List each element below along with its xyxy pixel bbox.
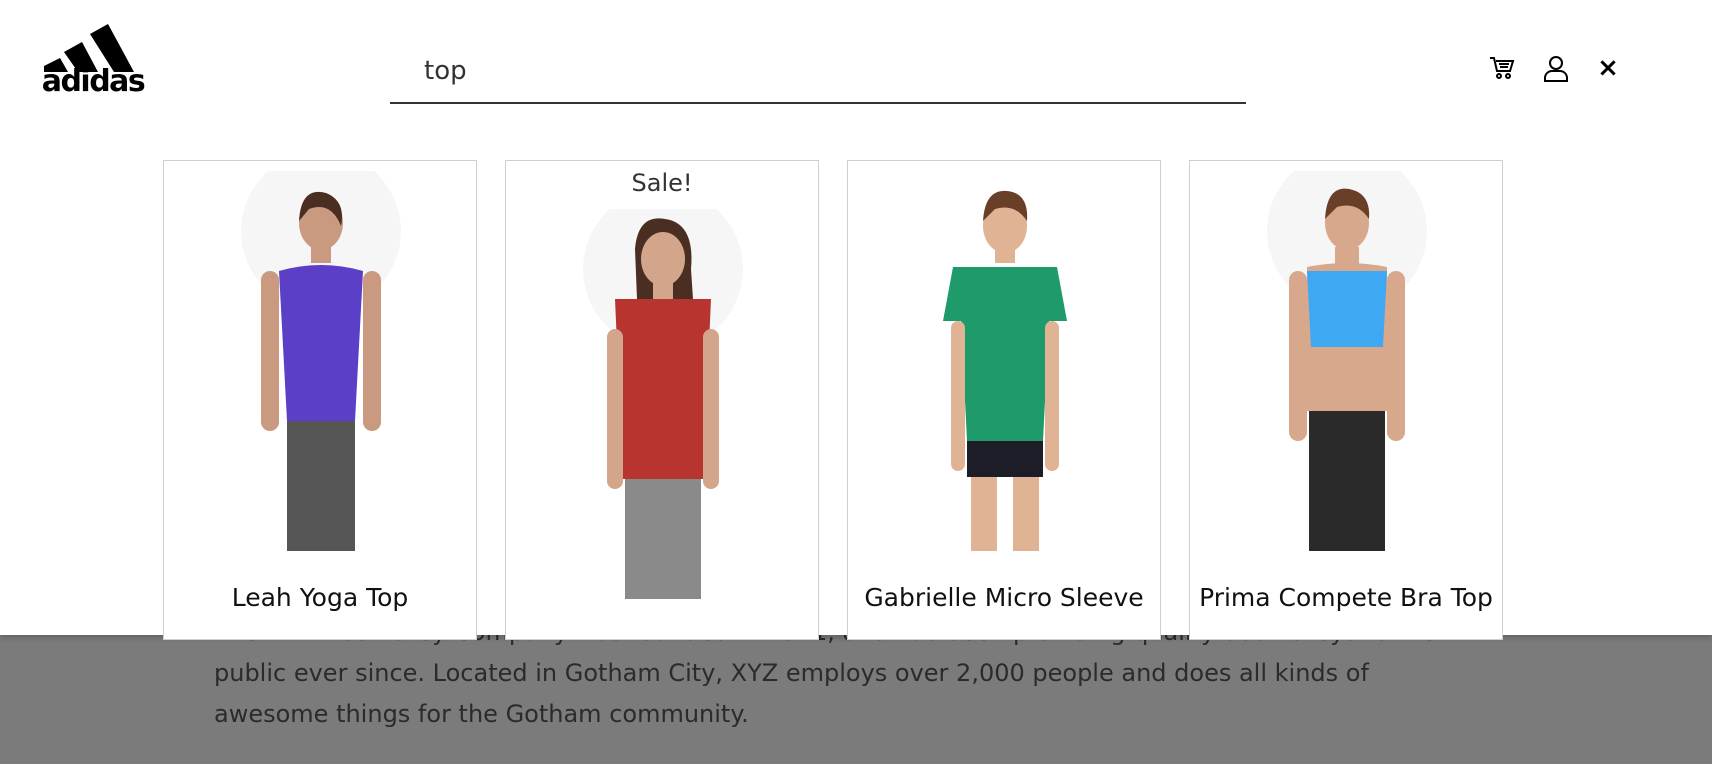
user-icon[interactable]: [1540, 52, 1572, 84]
product-name[interactable]: Gabrielle Micro Sleeve: [848, 583, 1160, 612]
brand-wordmark: adidas: [41, 64, 146, 99]
about-line-2: public ever since. Located in Gotham Cit…: [214, 659, 1369, 687]
product-card-leah-yoga-top[interactable]: Leah Yoga Top: [163, 160, 477, 640]
product-card-gabrielle-micro-sleeve[interactable]: Gabrielle Micro Sleeve: [847, 160, 1161, 640]
product-photo[interactable]: [1247, 161, 1447, 561]
product-name[interactable]: Leah Yoga Top: [164, 583, 476, 612]
product-photo[interactable]: [221, 161, 421, 561]
product-photo[interactable]: [905, 171, 1105, 561]
cart-icon[interactable]: [1486, 52, 1518, 84]
product-card-prima-compete-bra-top[interactable]: Prima Compete Bra Top: [1189, 160, 1503, 640]
sale-badge: Sale!: [631, 169, 693, 197]
search-input[interactable]: [390, 40, 1246, 102]
close-icon[interactable]: ×: [1592, 52, 1624, 84]
product-card-sale[interactable]: Sale!: [505, 160, 819, 640]
product-name[interactable]: Prima Compete Bra Top: [1190, 583, 1502, 612]
adidas-logo[interactable]: adidas: [38, 22, 148, 99]
product-photo[interactable]: [563, 189, 763, 599]
about-line-3: awesome things for the Gotham community.: [214, 700, 749, 728]
search-overlay: adidas ×: [0, 0, 1712, 640]
search-bar: [390, 40, 1246, 104]
